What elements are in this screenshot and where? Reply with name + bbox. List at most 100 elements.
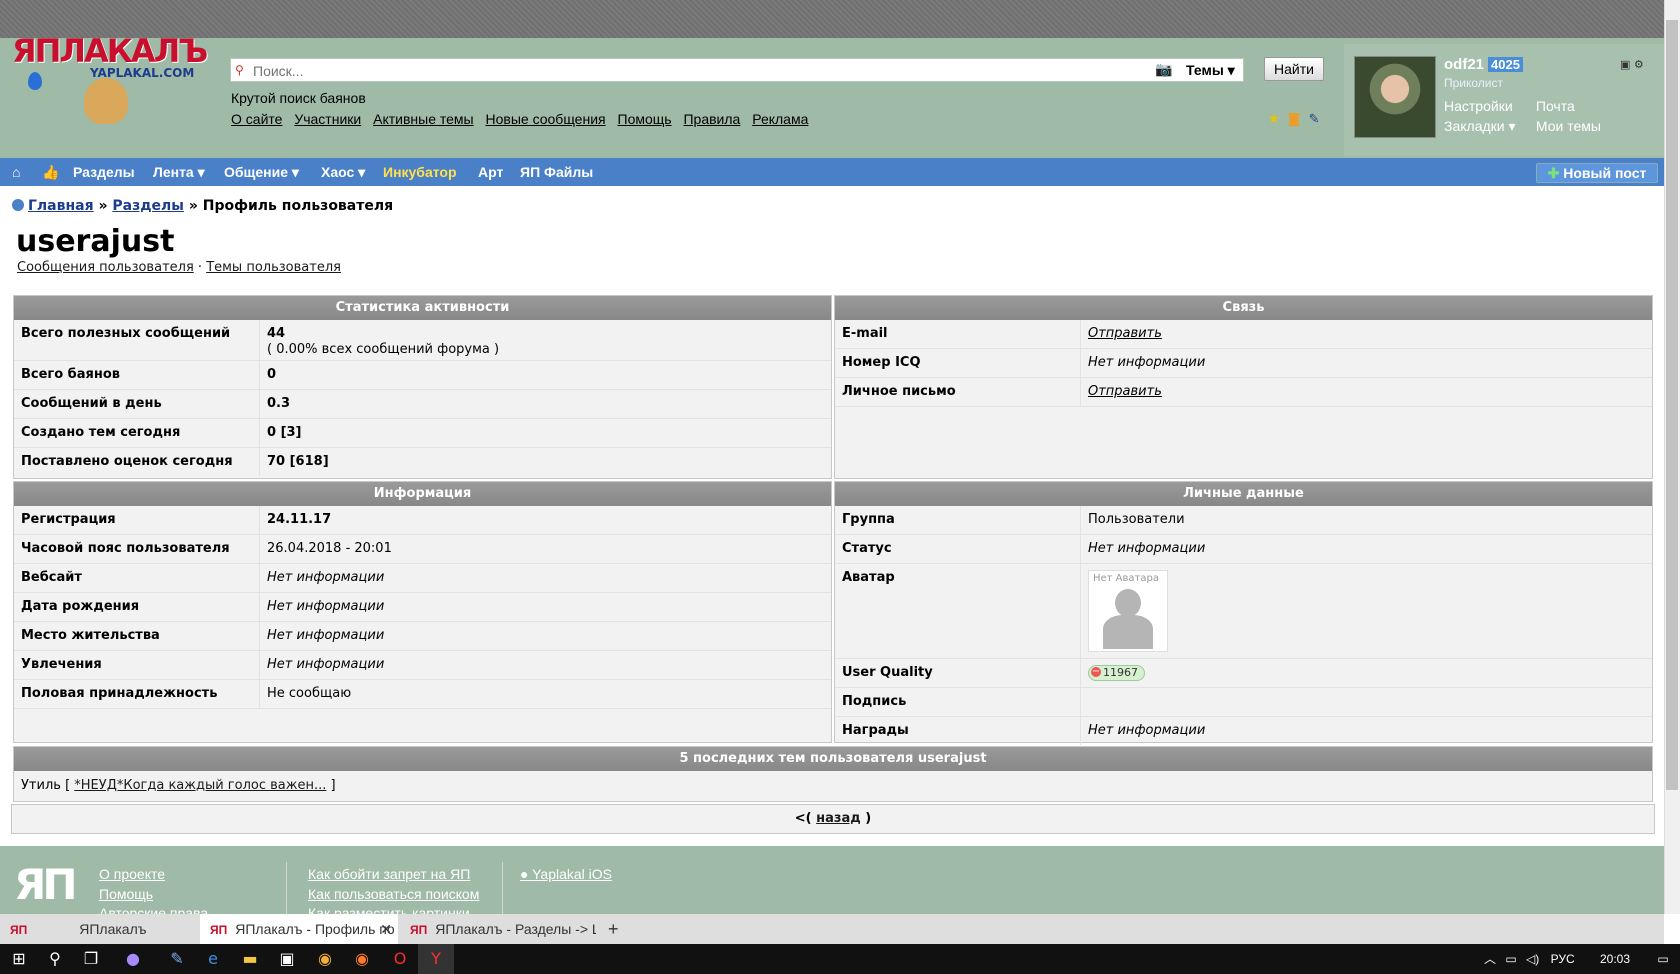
row-key: Место жительства bbox=[21, 628, 160, 643]
camera-icon[interactable]: 📷 bbox=[1155, 62, 1172, 78]
browser-tab[interactable]: ЯП ЯПлакалъ - Разделы -> Цит bbox=[400, 914, 596, 944]
row-key: User Quality bbox=[842, 665, 933, 680]
scrollbar-thumb[interactable] bbox=[1666, 20, 1678, 790]
link-active-topics[interactable]: Активные темы bbox=[373, 111, 474, 127]
send-pm-link[interactable]: Отправить bbox=[1088, 384, 1162, 399]
my-topics-link[interactable]: Мои темы bbox=[1536, 118, 1601, 134]
language-indicator[interactable]: РУС bbox=[1551, 952, 1575, 966]
search-input[interactable] bbox=[251, 61, 1135, 81]
user-name[interactable]: odf21 4025 bbox=[1444, 56, 1523, 73]
footer-ios[interactable]: ● Yaplakal iOS bbox=[520, 866, 612, 882]
plus-icon: ✚ bbox=[1547, 165, 1560, 181]
footer-bypass[interactable]: Как обойти запрет на ЯП bbox=[308, 866, 470, 882]
info-row: Место жительства Нет информации bbox=[14, 622, 831, 651]
network-icon[interactable]: ▭ bbox=[1505, 952, 1516, 966]
browser-tab-active[interactable]: ЯП ЯПлакалъ - Профиль по ✕ bbox=[200, 914, 398, 944]
footer-images-help[interactable]: Как разместить картинки bbox=[308, 906, 470, 914]
row-key: Награды bbox=[842, 723, 909, 738]
app-icon[interactable]: ✎ bbox=[160, 944, 194, 974]
user-links-row2: Закладки ▾ Мои темы bbox=[1444, 118, 1601, 135]
recent-topic-link[interactable]: *НЕУД*Когда каждый голос важен... bbox=[74, 778, 326, 793]
settings-link[interactable]: Настройки bbox=[1444, 98, 1532, 114]
link-rules[interactable]: Правила bbox=[683, 111, 740, 127]
nav-feed[interactable]: Лента ▾ bbox=[153, 164, 205, 181]
nav-art[interactable]: Арт bbox=[478, 164, 503, 180]
breadcrumb: Главная » Разделы » Профиль пользователя bbox=[12, 198, 393, 214]
send-email-link[interactable]: Отправить bbox=[1088, 326, 1162, 341]
find-button[interactable]: Найти bbox=[1264, 57, 1324, 81]
notifications-icon[interactable]: ▭ bbox=[1657, 952, 1668, 966]
windows-start-icon[interactable]: ⊞ bbox=[2, 944, 36, 974]
breadcrumb-current: » Профиль пользователя bbox=[188, 198, 394, 214]
info-row: Регистрация 24.11.17 bbox=[14, 506, 831, 535]
nav-chaos[interactable]: Хаос ▾ bbox=[321, 164, 365, 181]
footer-logo[interactable]: ЯП bbox=[14, 860, 77, 909]
tray-chevron-icon[interactable]: ︿ bbox=[1484, 952, 1496, 966]
no-avatar-image: Нет Аватара bbox=[1088, 570, 1168, 652]
recent-topic-forum: Утиль bbox=[21, 778, 61, 793]
add-icon[interactable]: ▣ bbox=[1620, 58, 1630, 71]
search-icon[interactable]: ⚲ bbox=[38, 944, 72, 974]
yandex-browser-icon[interactable]: Y bbox=[418, 944, 454, 974]
new-tab-button[interactable]: + bbox=[604, 914, 628, 944]
edge-icon[interactable]: e bbox=[196, 944, 230, 974]
opera-icon[interactable]: O bbox=[383, 944, 417, 974]
chrome-icon[interactable]: ◉ bbox=[308, 944, 342, 974]
link-help[interactable]: Помощь bbox=[618, 111, 672, 127]
browser-tab[interactable]: ЯП ЯПлакалъ bbox=[0, 914, 200, 944]
footer-about[interactable]: О проекте bbox=[99, 866, 165, 882]
mail-link[interactable]: Почта bbox=[1536, 98, 1575, 114]
row-key: Половая принадлежность bbox=[21, 686, 218, 701]
store-icon[interactable]: ▣ bbox=[270, 944, 304, 974]
row-value: 0 [3] bbox=[267, 425, 302, 440]
tab-title: ЯПлакалъ - Разделы -> Цит bbox=[435, 921, 596, 937]
link-members[interactable]: Участники bbox=[294, 111, 361, 127]
user-topics-link[interactable]: Темы пользователя bbox=[206, 260, 341, 275]
breadcrumb-sections[interactable]: Разделы bbox=[112, 198, 184, 214]
bookmarks-link[interactable]: Закладки ▾ bbox=[1444, 118, 1532, 135]
nav-communication[interactable]: Общение ▾ bbox=[224, 164, 299, 181]
paperclip-icon[interactable]: ✎ bbox=[1309, 112, 1320, 127]
link-new-messages[interactable]: Новые сообщения bbox=[486, 111, 606, 127]
link-ads[interactable]: Реклама bbox=[752, 111, 808, 127]
home-icon[interactable]: ⌂ bbox=[12, 164, 20, 180]
clock[interactable]: 20:03 bbox=[1600, 952, 1630, 966]
profile-links-sep: · bbox=[197, 260, 203, 275]
nav-incubator[interactable]: Инкубатор bbox=[383, 164, 457, 180]
chevron-down-icon: ▾ bbox=[1227, 62, 1235, 78]
tools-icon[interactable]: ⚙ bbox=[1634, 58, 1644, 71]
user-avatar[interactable] bbox=[1354, 56, 1436, 138]
footer-help[interactable]: Помощь bbox=[99, 886, 153, 902]
row-value: Нет информации bbox=[267, 570, 385, 585]
back-link[interactable]: назад bbox=[816, 811, 861, 826]
breadcrumb-home[interactable]: Главная bbox=[28, 198, 94, 214]
nav-sections[interactable]: Разделы bbox=[73, 164, 135, 180]
firefox-icon[interactable]: ◉ bbox=[345, 944, 379, 974]
footer-copyright[interactable]: Авторские права bbox=[99, 906, 208, 914]
rss-icon[interactable]: ◙ bbox=[1288, 112, 1301, 127]
cortana-icon[interactable]: ● bbox=[116, 944, 150, 974]
search-scope-select[interactable]: Темы ▾ bbox=[1186, 62, 1235, 79]
star-icon[interactable]: ★ bbox=[1268, 112, 1280, 127]
user-tools: ▣ ⚙ bbox=[1620, 58, 1644, 71]
footer-search-help[interactable]: Как пользоваться поиском bbox=[308, 886, 479, 902]
site-logo[interactable]: ЯПЛАКАЛЪ YAPLAKAL.COM bbox=[10, 30, 210, 125]
user-posts-link[interactable]: Сообщения пользователя bbox=[17, 260, 194, 275]
user-quality-badge[interactable]: 11967 bbox=[1088, 665, 1145, 681]
row-value: 24.11.17 bbox=[267, 512, 332, 527]
row-value: Нет информации bbox=[267, 657, 385, 672]
new-post-button[interactable]: ✚ Новый пост bbox=[1536, 163, 1658, 183]
search-bar: ⚲ 📷 Темы ▾ bbox=[230, 58, 1244, 82]
activity-row: Сообщений в день 0.3 bbox=[14, 390, 831, 419]
nav-files[interactable]: ЯП Файлы bbox=[520, 164, 593, 180]
activity-header: Статистика активности bbox=[14, 296, 831, 320]
thumbs-up-icon[interactable]: 👍 bbox=[42, 164, 59, 181]
row-value: 70 [618] bbox=[267, 454, 329, 469]
row-key: Номер ICQ bbox=[842, 355, 921, 370]
nav-feed-label: Лента bbox=[153, 164, 194, 180]
task-view-icon[interactable]: ❐ bbox=[74, 944, 108, 974]
explorer-icon[interactable]: ▬ bbox=[233, 944, 267, 974]
link-about[interactable]: О сайте bbox=[231, 111, 282, 127]
volume-icon[interactable]: ◁) bbox=[1526, 952, 1539, 966]
close-tab-icon[interactable]: ✕ bbox=[380, 914, 392, 944]
